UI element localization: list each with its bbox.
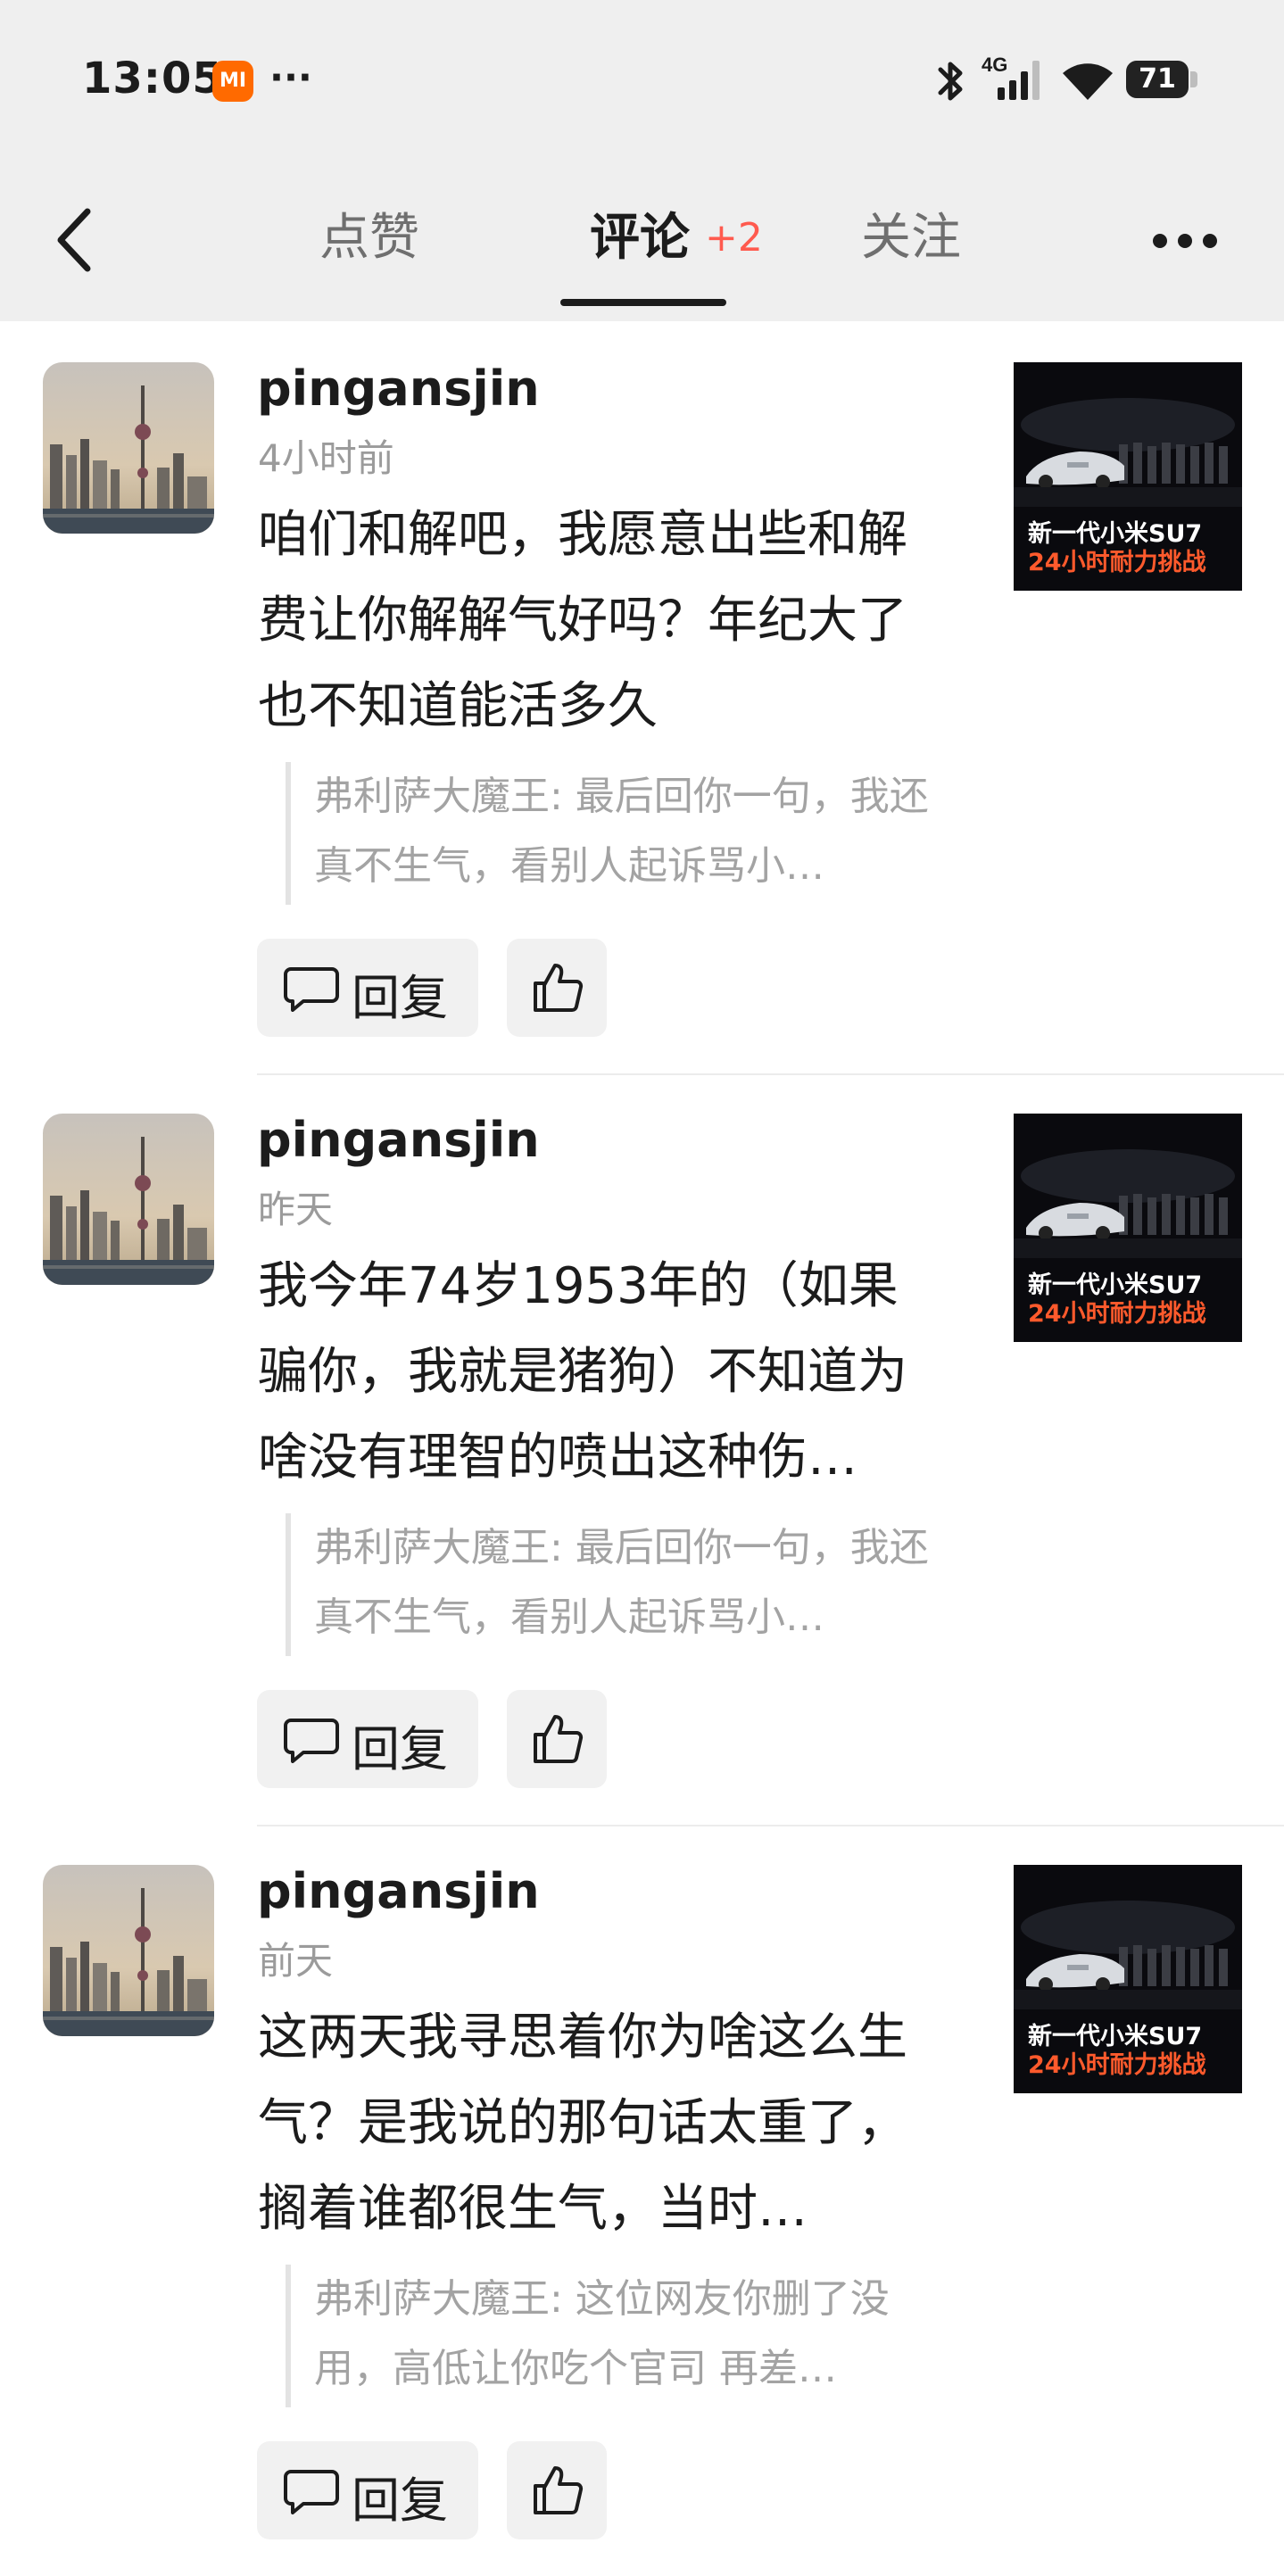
skyline-avatar-image: [43, 1114, 214, 1285]
comment-item: pingansjin 4小时前 咱们和解吧，我愿意出些和解费让你解解气好吗？年纪…: [0, 323, 1284, 1075]
quoted-comment-text: 弗利萨大魔王: 最后回你一句，我还真不生气，看别人起诉骂小…: [314, 774, 929, 889]
reply-bubble-icon: [284, 1719, 339, 1763]
thumbs-up-icon: [534, 964, 584, 1012]
skyline-avatar-image: [43, 362, 214, 534]
mi-app-icon: MI: [212, 61, 253, 102]
username[interactable]: pingansjin: [257, 1112, 540, 1168]
comment-text[interactable]: 我今年74岁1953年的（如果骗你，我就是猪狗）不知道为啥没有理智的喷出这种伤…: [258, 1244, 945, 1501]
quoted-comment[interactable]: 弗利萨大魔王: 这位网友你删了没用，高低让你吃个官司 再差…: [286, 2265, 951, 2407]
thumbnail-subtitle: 24小时耐力挑战: [1028, 549, 1206, 576]
reply-button[interactable]: 回复: [257, 939, 478, 1037]
username[interactable]: pingansjin: [257, 360, 540, 417]
more-icon[interactable]: [1149, 219, 1221, 263]
network-type-label: 4G: [982, 54, 1007, 76]
thumbs-up-icon: [534, 2466, 584, 2514]
post-thumbnail[interactable]: 新一代小米SU7 24小时耐力挑战: [1014, 1865, 1242, 2093]
comment-time: 前天: [258, 1939, 334, 1983]
comment-time: 昨天: [258, 1188, 334, 1231]
reply-bubble-icon: [284, 2470, 339, 2514]
back-arrow-icon[interactable]: [50, 204, 104, 276]
like-button[interactable]: [507, 939, 607, 1037]
nav-bar: 点赞 评论 +2 关注: [0, 156, 1284, 321]
tab-follow[interactable]: 关注: [861, 203, 961, 274]
reply-label: 回复: [352, 2472, 448, 2529]
username[interactable]: pingansjin: [257, 1863, 540, 1919]
user-avatar[interactable]: [43, 1865, 214, 2036]
user-avatar[interactable]: [43, 1114, 214, 1285]
reply-button[interactable]: 回复: [257, 1690, 478, 1788]
notification-more-icon: ···: [269, 55, 312, 99]
like-button[interactable]: [507, 2441, 607, 2539]
comment-text[interactable]: 咱们和解吧，我愿意出些和解费让你解解气好吗？年纪大了也不知道能活多久: [258, 493, 945, 750]
wifi-icon: [1063, 63, 1113, 100]
thumbnail-subtitle: 24小时耐力挑战: [1028, 1300, 1206, 1328]
comment-text[interactable]: 这两天我寻思着你为啥这么生气？是我说的那句话太重了，搁着谁都很生气，当时…: [258, 1995, 945, 2252]
status-time: 13:05: [82, 54, 223, 104]
thumbs-up-icon: [534, 1715, 584, 1763]
user-avatar[interactable]: [43, 362, 214, 534]
page: 13:05 MI ··· 4G 71 点赞 评论 +2 关注 pingansji…: [0, 0, 1284, 2576]
tab-comments[interactable]: 评论: [590, 203, 690, 274]
bluetooth-icon: [938, 62, 963, 101]
reply-label: 回复: [352, 970, 448, 1026]
reply-label: 回复: [352, 1721, 448, 1777]
like-button[interactable]: [507, 1690, 607, 1788]
quoted-comment-text: 弗利萨大魔王: 最后回你一句，我还真不生气，看别人起诉骂小…: [314, 1525, 929, 1640]
comment-item: pingansjin 昨天 我今年74岁1953年的（如果骗你，我就是猪狗）不知…: [0, 1074, 1284, 1826]
quoted-comment[interactable]: 弗利萨大魔王: 最后回你一句，我还真不生气，看别人起诉骂小…: [286, 762, 951, 905]
skyline-avatar-image: [43, 1865, 214, 2036]
status-bar: 13:05 MI ··· 4G 71: [0, 0, 1284, 156]
battery-icon: 71: [1126, 61, 1189, 98]
active-tab-indicator: [560, 299, 726, 306]
comments-count-badge: +2: [705, 215, 763, 261]
thumbnail-subtitle: 24小时耐力挑战: [1028, 2051, 1206, 2079]
quoted-comment[interactable]: 弗利萨大魔王: 最后回你一句，我还真不生气，看别人起诉骂小…: [286, 1513, 951, 1656]
battery-tip: [1190, 71, 1197, 87]
reply-button[interactable]: 回复: [257, 2441, 478, 2539]
signal-icon: 4G: [982, 54, 1040, 100]
quoted-comment-text: 弗利萨大魔王: 这位网友你删了没用，高低让你吃个官司 再差…: [314, 2276, 890, 2391]
tab-likes[interactable]: 点赞: [319, 203, 419, 274]
comment-time: 4小时前: [258, 436, 394, 480]
post-thumbnail[interactable]: 新一代小米SU7 24小时耐力挑战: [1014, 1114, 1242, 1342]
comment-item: pingansjin 前天 这两天我寻思着你为啥这么生气？是我说的那句话太重了，…: [0, 1826, 1284, 2576]
post-thumbnail[interactable]: 新一代小米SU7 24小时耐力挑战: [1014, 362, 1242, 591]
reply-bubble-icon: [284, 967, 339, 1012]
